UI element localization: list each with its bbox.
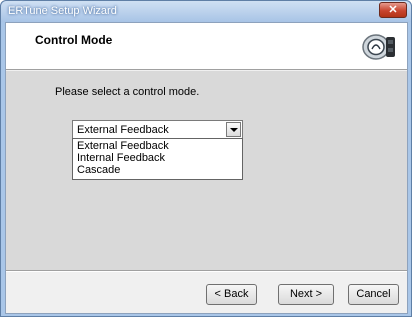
cancel-button[interactable]: Cancel (348, 284, 399, 305)
dropdown-option-internal-feedback[interactable]: Internal Feedback (77, 152, 165, 164)
close-button[interactable]: ✕ (379, 2, 407, 18)
control-mode-select[interactable]: External Feedback (72, 120, 243, 139)
window-title: ERTune Setup Wizard (8, 5, 117, 17)
close-icon: ✕ (388, 4, 398, 16)
control-mode-dropdown-list: External Feedback Internal Feedback Casc… (72, 138, 243, 180)
control-mode-selected-value: External Feedback (77, 124, 169, 136)
wizard-window: ERTune Setup Wizard ✕ Control Mode Pleas… (0, 0, 412, 317)
chevron-down-icon (230, 128, 238, 132)
dropdown-option-external-feedback[interactable]: External Feedback (77, 140, 169, 152)
wizard-client-area: Control Mode Please select a control mod… (5, 22, 408, 314)
wizard-body: Please select a control mode. External F… (6, 71, 407, 270)
title-bar[interactable]: ERTune Setup Wizard ✕ (1, 1, 411, 22)
dropdown-option-cascade[interactable]: Cascade (77, 164, 120, 176)
wizard-header: Control Mode (6, 23, 407, 70)
camera-gauge-icon (362, 34, 395, 60)
control-mode-prompt: Please select a control mode. (55, 86, 200, 98)
dropdown-arrow-button[interactable] (226, 122, 241, 137)
back-button[interactable]: < Back (206, 284, 257, 305)
wizard-footer: < Back Next > Cancel (6, 272, 407, 313)
page-title: Control Mode (35, 33, 113, 47)
next-button[interactable]: Next > (278, 284, 334, 305)
